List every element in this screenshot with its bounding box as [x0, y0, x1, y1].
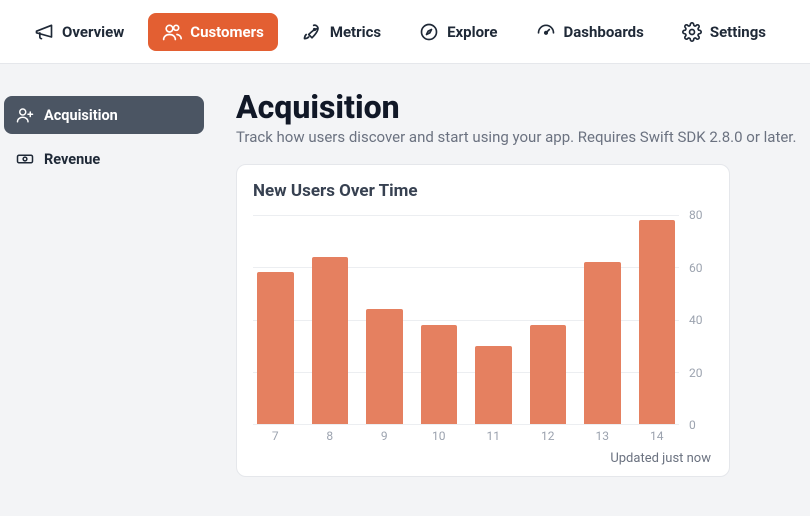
- chart-plot: [253, 215, 679, 425]
- chart-xtick: 9: [366, 429, 403, 443]
- nav-settings[interactable]: Settings: [668, 13, 780, 51]
- sidebar-item-revenue[interactable]: Revenue: [4, 140, 204, 178]
- sidebar-item-label: Revenue: [44, 151, 100, 168]
- nav-label: Metrics: [330, 23, 381, 41]
- main-content: Acquisition Track how users discover and…: [212, 64, 810, 516]
- chart-ytick: 40: [689, 313, 703, 327]
- gear-icon: [682, 22, 702, 42]
- chart-footer: Updated just now: [253, 443, 713, 468]
- chart-card: New Users Over Time 0 20 40 60 80 7 8 9 10 11 12 1…: [236, 164, 730, 477]
- chart-xtick: 8: [312, 429, 349, 443]
- top-nav: Overview Customers Metrics Explore Dashb…: [0, 0, 810, 64]
- chart-xtick: 7: [257, 429, 294, 443]
- nav-dashboards[interactable]: Dashboards: [522, 13, 658, 51]
- chart-bar: [530, 325, 567, 424]
- sidebar: Acquisition Revenue: [0, 64, 212, 516]
- chart-bar: [257, 272, 294, 424]
- chart-bar: [421, 325, 458, 424]
- chart-yaxis: 020406080: [679, 215, 713, 425]
- chart-ytick: 20: [689, 366, 703, 380]
- user-plus-icon: [16, 106, 34, 124]
- chart-bar: [475, 346, 512, 424]
- chart-title: New Users Over Time: [253, 181, 713, 201]
- nav-label: Settings: [710, 23, 766, 41]
- nav-label: Dashboards: [564, 23, 644, 41]
- page-title: Acquisition: [236, 88, 802, 126]
- nav-label: Overview: [62, 23, 124, 41]
- chart-xtick: 14: [639, 429, 676, 443]
- chart-xtick: 13: [584, 429, 621, 443]
- page-subtitle: Track how users discover and start using…: [236, 128, 802, 146]
- sidebar-item-acquisition[interactable]: Acquisition: [4, 96, 204, 134]
- megaphone-icon: [34, 22, 54, 42]
- chart-xtick: 10: [421, 429, 458, 443]
- nav-metrics[interactable]: Metrics: [288, 13, 395, 51]
- chart: 020406080: [253, 215, 713, 425]
- chart-bar: [639, 220, 676, 424]
- chart-ytick: 80: [689, 208, 703, 222]
- nav-explore[interactable]: Explore: [405, 13, 511, 51]
- gauge-icon: [536, 22, 556, 42]
- nav-label: Explore: [447, 23, 497, 41]
- users-icon: [162, 22, 182, 42]
- sidebar-item-label: Acquisition: [44, 107, 118, 124]
- banknote-icon: [16, 150, 34, 168]
- chart-xaxis: 7 8 9 10 11 12 13 14: [253, 425, 713, 443]
- nav-overview[interactable]: Overview: [20, 13, 138, 51]
- chart-bar: [366, 309, 403, 424]
- nav-customers[interactable]: Customers: [148, 13, 278, 51]
- chart-ytick: 60: [689, 261, 703, 275]
- rocket-icon: [302, 22, 322, 42]
- nav-label: Customers: [190, 23, 264, 41]
- chart-bar: [584, 262, 621, 424]
- compass-icon: [419, 22, 439, 42]
- chart-bar: [312, 257, 349, 424]
- chart-xtick: 12: [530, 429, 567, 443]
- chart-ytick: 0: [689, 418, 696, 432]
- chart-xtick: 11: [475, 429, 512, 443]
- chart-gridline: [253, 424, 679, 425]
- chart-gridline: [253, 215, 679, 216]
